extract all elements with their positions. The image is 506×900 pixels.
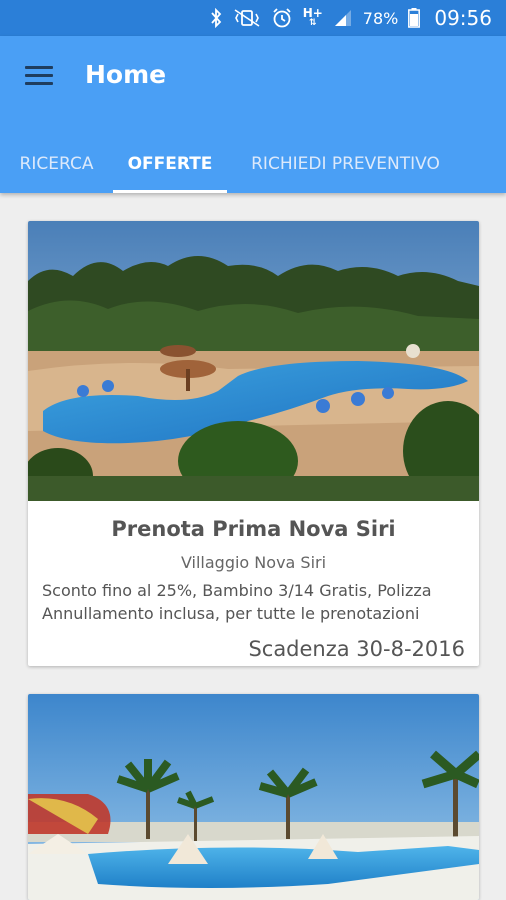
resort-pool-photo [28,694,479,900]
offer-subtitle: Villaggio Nova Siri [180,553,327,572]
resort-pool-photo [28,221,479,501]
offer-description: Sconto fino al 25%, Bambino 3/14 Gratis,… [42,581,432,623]
tab-label: RICHIEDI PREVENTIVO [251,153,440,174]
offer-deadline: Scadenza 30-8-2016 [248,637,465,661]
alarm-icon [271,7,293,29]
vibrate-icon [233,8,261,28]
active-tab-indicator [113,190,227,193]
menu-icon[interactable] [25,66,53,88]
signal-icon [333,9,353,27]
offer-title: Prenota Prima Nova Siri [111,517,396,541]
tab-ricerca[interactable]: RICERCA [0,134,113,193]
offer-card[interactable] [28,694,479,900]
tab-label: OFFERTE [127,153,213,174]
network-icon: H+ ⇅ [302,6,323,28]
app-bar: Home RICERCA OFFERTE RICHIEDI PREVENTIVO [0,36,506,193]
tab-offerte[interactable]: OFFERTE [113,134,227,193]
clock: 09:56 [434,6,492,30]
tab-richiedi-preventivo[interactable]: RICHIEDI PREVENTIVO [227,134,464,193]
page-title: Home [85,60,167,89]
tab-label: RICERCA [19,153,94,174]
bluetooth-icon [209,8,223,28]
battery-icon [408,8,421,28]
network-type-label: H+ [302,6,323,20]
tab-bar: RICERCA OFFERTE RICHIEDI PREVENTIVO [0,134,506,193]
battery-label: 78% [362,8,399,28]
offer-card[interactable]: Prenota Prima Nova Siri Villaggio Nova S… [28,221,479,666]
status-bar: H+ ⇅ 78% 09:56 [0,0,506,36]
